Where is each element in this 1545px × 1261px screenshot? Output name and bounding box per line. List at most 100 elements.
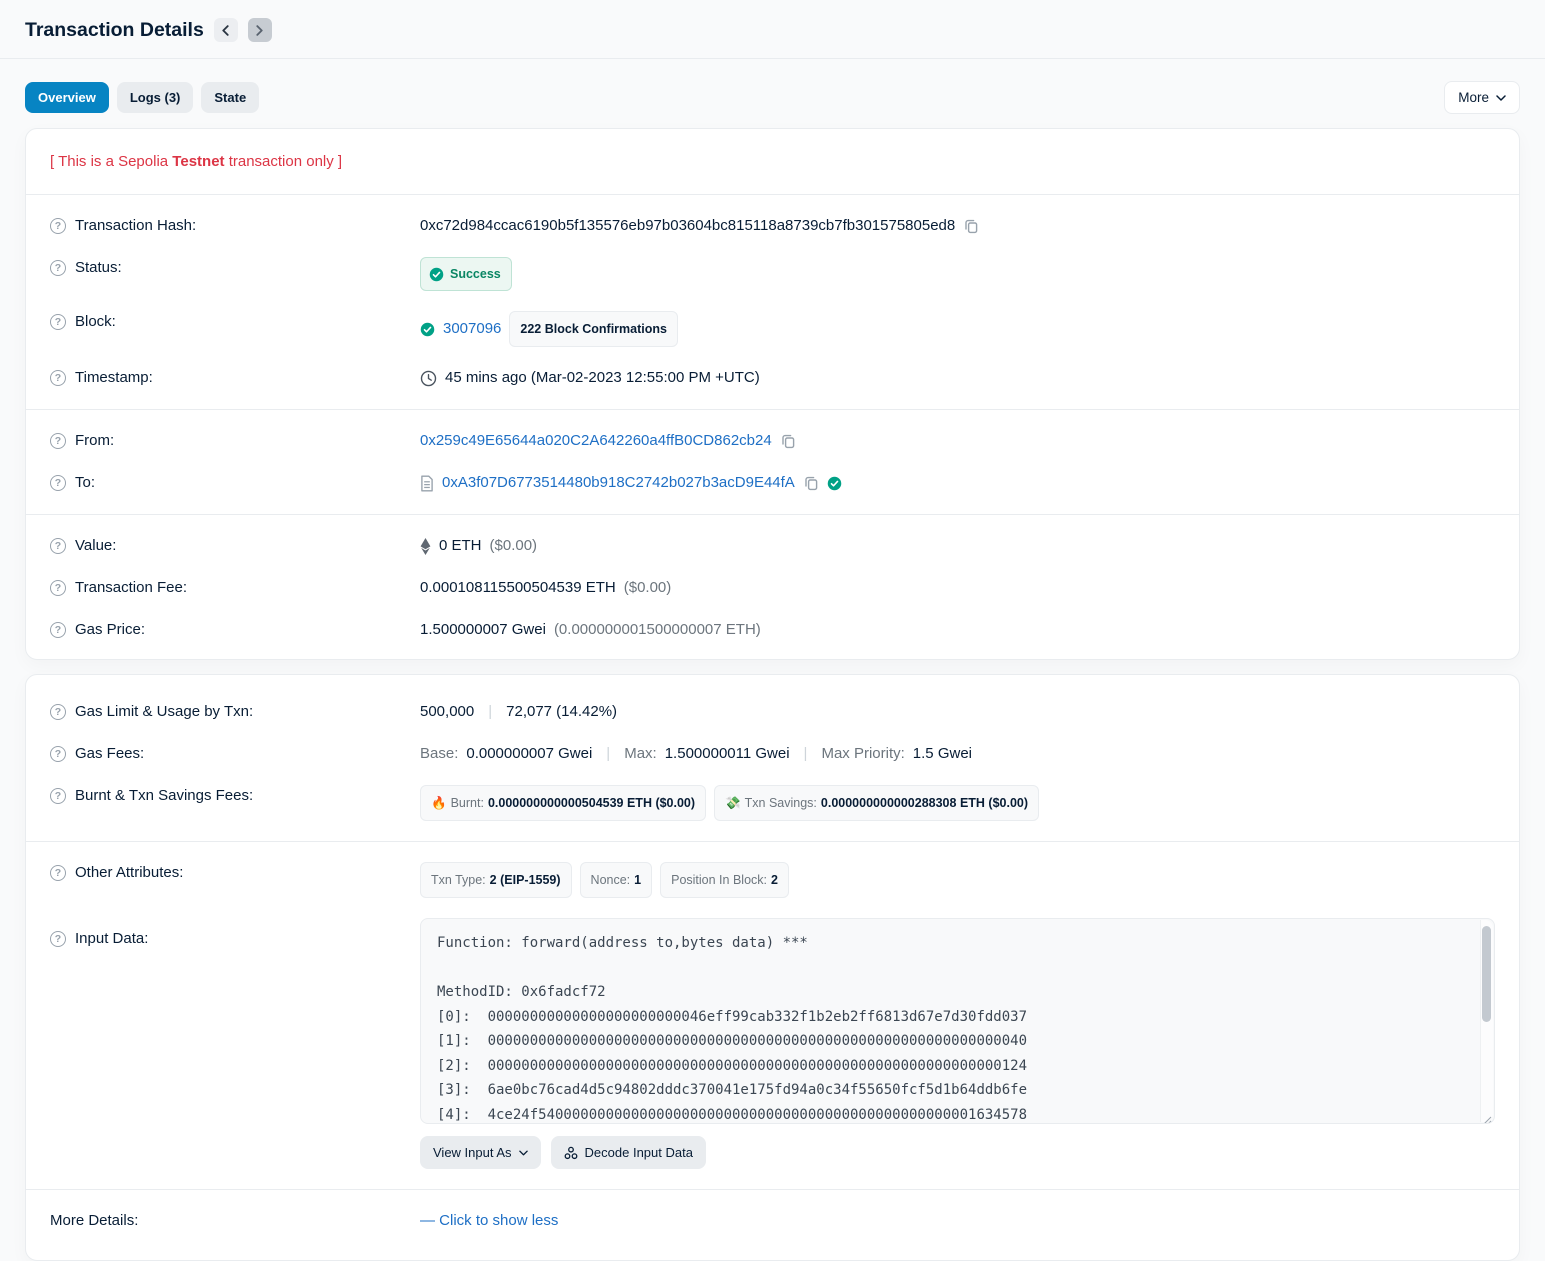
row-block: ? Block: 3007096 222 Block Confirmations xyxy=(50,301,1495,357)
row-transaction-hash: ? Transaction Hash: 0xc72d984ccac6190b5f… xyxy=(50,205,1495,247)
max-priority-fee-label: Max Priority: xyxy=(821,743,904,765)
help-icon[interactable]: ? xyxy=(50,538,66,554)
copy-to-address-button[interactable] xyxy=(803,475,819,491)
value-amount: 0 ETH xyxy=(439,535,482,557)
divider xyxy=(26,514,1519,515)
help-icon[interactable]: ? xyxy=(50,580,66,596)
decode-input-data-button[interactable]: Decode Input Data xyxy=(551,1136,706,1169)
copy-transaction-hash-button[interactable] xyxy=(963,218,979,234)
chevron-left-icon xyxy=(221,25,230,36)
show-less-link[interactable]: — Click to show less xyxy=(420,1210,558,1232)
gas-fees-label: Gas Fees: xyxy=(75,743,144,765)
view-input-as-button[interactable]: View Input As xyxy=(420,1136,541,1169)
transaction-fee-label: Transaction Fee: xyxy=(75,577,187,599)
status-value: Success xyxy=(450,263,501,285)
timestamp-value: 45 mins ago (Mar-02-2023 12:55:00 PM +UT… xyxy=(445,367,760,389)
help-icon[interactable]: ? xyxy=(50,370,66,386)
row-gas-fees: ? Gas Fees: Base: 0.000000007 Gwei | Max… xyxy=(50,733,1495,775)
help-icon[interactable]: ? xyxy=(50,314,66,330)
tab-logs[interactable]: Logs (3) xyxy=(117,82,194,113)
row-timestamp: ? Timestamp: 45 mins ago (Mar-02-2023 12… xyxy=(50,357,1495,399)
to-address-link[interactable]: 0xA3f07D6773514480b918C2742b027b3acD9E44… xyxy=(442,472,795,494)
status-badge: Success xyxy=(420,257,512,291)
from-address-link[interactable]: 0x259c49E65644a020C2A642260a4ffB0CD862cb… xyxy=(420,430,772,452)
help-icon[interactable]: ? xyxy=(50,622,66,638)
txn-savings-value: 0.000000000000288308 ETH ($0.00) xyxy=(821,792,1028,814)
input-data-line xyxy=(437,956,1468,981)
help-icon[interactable]: ? xyxy=(50,788,66,804)
more-dropdown-button[interactable]: More xyxy=(1444,81,1520,114)
help-icon[interactable]: ? xyxy=(50,475,66,491)
input-data-box[interactable]: Function: forward(address to,bytes data)… xyxy=(420,918,1495,1124)
copy-from-address-button[interactable] xyxy=(780,433,796,449)
input-scrollbar-thumb[interactable] xyxy=(1482,926,1491,1022)
previous-transaction-button[interactable] xyxy=(214,18,238,42)
help-icon[interactable]: ? xyxy=(50,218,66,234)
copy-icon xyxy=(963,218,979,234)
notice-suffix: transaction only ] xyxy=(225,153,343,170)
txn-type-label: Txn Type: xyxy=(431,869,486,891)
max-fee-value: 1.500000011 Gwei xyxy=(665,743,790,765)
block-confirmations-badge: 222 Block Confirmations xyxy=(509,311,678,347)
separator: | xyxy=(798,743,814,765)
value-label: Value: xyxy=(75,535,116,557)
input-data-line: [3]: 6ae0bc76cad4d5c94802dddc370041e175f… xyxy=(437,1078,1468,1103)
from-label: From: xyxy=(75,430,114,452)
help-icon[interactable]: ? xyxy=(50,746,66,762)
gas-limit-value: 500,000 xyxy=(420,701,474,723)
tab-overview[interactable]: Overview xyxy=(25,82,109,113)
more-details-label: More Details: xyxy=(50,1210,138,1232)
row-value: ? Value: 0 ETH ($0.00) xyxy=(50,525,1495,567)
clock-icon xyxy=(420,370,437,387)
help-icon[interactable]: ? xyxy=(50,931,66,947)
divider xyxy=(26,841,1519,842)
input-data-actions: View Input As Decode Input Data xyxy=(420,1136,1495,1169)
base-fee-label: Base: xyxy=(420,743,458,765)
block-finalized-check-icon xyxy=(420,322,435,337)
money-wings-icon: 💸 xyxy=(725,792,741,814)
help-icon[interactable]: ? xyxy=(50,260,66,276)
help-icon[interactable]: ? xyxy=(50,865,66,881)
value-usd: ($0.00) xyxy=(490,535,538,557)
help-icon[interactable]: ? xyxy=(50,704,66,720)
check-circle-icon xyxy=(429,267,444,282)
row-other-attributes: ? Other Attributes: Txn Type: 2 (EIP-155… xyxy=(50,852,1495,908)
to-label: To: xyxy=(75,472,95,494)
row-input-data: ? Input Data: Function: forward(address … xyxy=(50,908,1495,1179)
next-transaction-button[interactable] xyxy=(248,18,272,42)
help-icon[interactable]: ? xyxy=(50,433,66,449)
position-in-block-badge: Position In Block: 2 xyxy=(660,862,789,898)
nonce-label: Nonce: xyxy=(591,869,631,891)
transaction-hash-value: 0xc72d984ccac6190b5f135576eb97b03604bc81… xyxy=(420,215,955,237)
timestamp-label: Timestamp: xyxy=(75,367,153,389)
copy-icon xyxy=(780,433,796,449)
tab-state[interactable]: State xyxy=(201,82,259,113)
chevron-down-icon xyxy=(519,1150,528,1156)
decode-icon xyxy=(564,1146,578,1160)
burnt-label: Burnt: xyxy=(451,792,484,814)
nonce-badge: Nonce: 1 xyxy=(580,862,653,898)
view-input-as-label: View Input As xyxy=(433,1145,512,1160)
divider xyxy=(26,409,1519,410)
more-label: More xyxy=(1458,90,1489,105)
burnt-savings-label: Burnt & Txn Savings Fees: xyxy=(75,785,253,807)
contract-file-icon xyxy=(420,475,434,492)
page-title: Transaction Details xyxy=(25,19,204,42)
txn-savings-badge: 💸 Txn Savings: 0.000000000000288308 ETH … xyxy=(714,785,1039,821)
row-to: ? To: 0xA3f07D6773514480b918C2742b027b3a… xyxy=(50,462,1495,504)
chevron-down-icon xyxy=(1496,95,1506,101)
row-transaction-fee: ? Transaction Fee: 0.000108115500504539 … xyxy=(50,567,1495,609)
divider xyxy=(26,1189,1519,1190)
transaction-hash-label: Transaction Hash: xyxy=(75,215,196,237)
row-gas-price: ? Gas Price: 1.500000007 Gwei (0.0000000… xyxy=(50,609,1495,651)
position-in-block-label: Position In Block: xyxy=(671,869,767,891)
input-data-line: [4]: 4ce24f54000000000000000000000000000… xyxy=(437,1103,1468,1125)
input-scrollbar-track[interactable] xyxy=(1480,920,1493,1122)
row-gas-limit: ? Gas Limit & Usage by Txn: 500,000 | 72… xyxy=(50,683,1495,733)
resize-handle[interactable] xyxy=(1481,1110,1492,1121)
overview-card: [ This is a Sepolia Testnet transaction … xyxy=(25,128,1520,660)
base-fee-value: 0.000000007 Gwei xyxy=(466,743,592,765)
gas-price-label: Gas Price: xyxy=(75,619,145,641)
block-number-link[interactable]: 3007096 xyxy=(443,318,501,340)
input-data-line: [2]: 00000000000000000000000000000000000… xyxy=(437,1054,1468,1079)
